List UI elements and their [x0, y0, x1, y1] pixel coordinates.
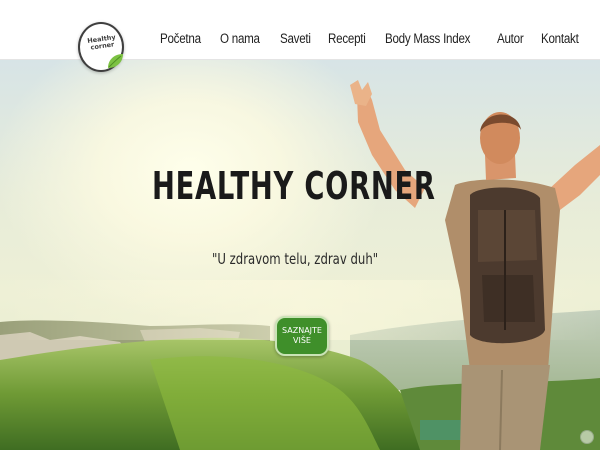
- learn-more-button-label: SAZNAJTE VIŠE: [282, 326, 322, 345]
- nav-item-pocetna[interactable]: Početna: [160, 31, 201, 46]
- hero-quote: "U zdravom telu, zdrav duh": [212, 250, 379, 268]
- nav-item-saveti[interactable]: Saveti: [280, 31, 311, 46]
- leaf-icon: [108, 54, 123, 68]
- learn-more-button[interactable]: SAZNAJTE VIŠE: [275, 316, 329, 356]
- site-logo[interactable]: Healthy corner: [78, 22, 124, 78]
- scroll-up-icon[interactable]: [580, 430, 594, 444]
- nav-item-autor[interactable]: Autor: [497, 31, 524, 46]
- main-nav: Početna O nama Saveti Recepti Body Mass …: [160, 28, 598, 48]
- nav-item-recepti[interactable]: Recepti: [328, 31, 366, 46]
- nav-item-o-nama[interactable]: O nama: [220, 31, 260, 46]
- site-header: Healthy corner Početna O nama Saveti Rec…: [0, 0, 600, 72]
- nav-item-body-mass-index[interactable]: Body Mass Index: [385, 31, 470, 46]
- hero-section: HEALTHY CORNER "U zdravom telu, zdrav du…: [0, 60, 600, 450]
- nav-item-kontakt[interactable]: Kontakt: [541, 31, 579, 46]
- hero-title: HEALTHY CORNER: [152, 164, 436, 208]
